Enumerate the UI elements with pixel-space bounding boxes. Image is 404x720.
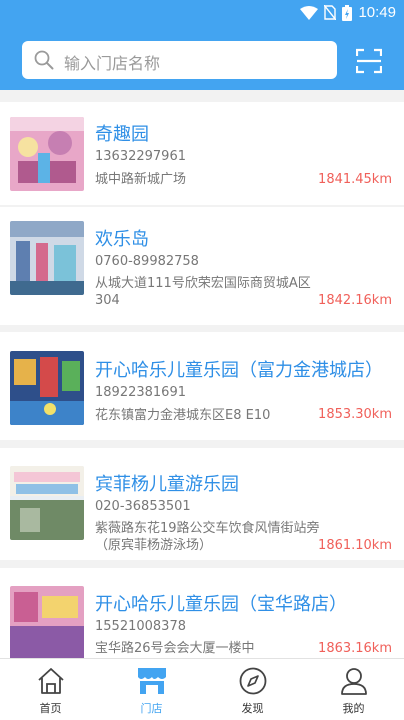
store-address: 花东镇富力金港城东区E8 E10 xyxy=(95,408,271,423)
store-address: 宝华路26号会会大厦一楼中 xyxy=(95,641,255,656)
store-thumbnail xyxy=(10,466,84,540)
status-bar: 10:49 xyxy=(0,0,404,28)
store-card[interactable]: 欢乐岛 0760-89982758 从城大道111号欣荣宏国际商贸城A区304 … xyxy=(0,207,404,325)
store-distance: 1841.45km xyxy=(318,172,392,187)
store-distance: 1863.16km xyxy=(318,641,392,656)
search-placeholder: 输入门店名称 xyxy=(64,54,161,73)
search-icon xyxy=(34,50,54,70)
store-name: 欢乐岛 xyxy=(95,229,149,250)
store-address: 从城大道111号欣荣宏国际商贸城A区304 xyxy=(95,276,311,308)
store-address: 城中路新城广场 xyxy=(95,172,187,187)
store-distance: 1853.30km xyxy=(318,407,392,422)
search-input[interactable]: 输入门店名称 xyxy=(22,41,337,79)
store-address: 紫薇路东花19路公交车饮食风情街站旁（原宾菲杨游泳场） xyxy=(95,521,320,553)
store-card[interactable]: 奇趣园 13632297961 城中路新城广场 1841.45km xyxy=(0,102,404,205)
store-name: 宾菲杨儿童游乐园 xyxy=(95,474,239,495)
tab-discover[interactable]: 发现 xyxy=(202,659,303,720)
header: 输入门店名称 xyxy=(0,28,404,90)
tab-discover-label: 发现 xyxy=(241,702,264,715)
store-name: 开心哈乐儿童乐园（富力金港城店） xyxy=(95,360,383,381)
tab-store-label: 门店 xyxy=(140,702,163,715)
wifi-icon xyxy=(300,5,319,20)
store-distance: 1842.16km xyxy=(318,293,392,308)
tab-bar: 首页 门店 发现 我的 xyxy=(0,658,404,720)
battery-icon xyxy=(342,4,353,21)
store-thumbnail xyxy=(10,351,84,425)
store-name: 开心哈乐儿童乐园（宝华路店） xyxy=(95,594,347,615)
tab-mine-label: 我的 xyxy=(342,702,365,715)
store-card[interactable]: 开心哈乐儿童乐园（富力金港城店） 18922381691 花东镇富力金港城东区E… xyxy=(0,332,404,440)
tab-store[interactable]: 门店 xyxy=(101,659,202,720)
store-phone: 0760-89982758 xyxy=(95,254,199,269)
store-phone: 15521008378 xyxy=(95,619,186,634)
store-thumbnail xyxy=(10,586,84,658)
store-distance: 1861.10km xyxy=(318,538,392,553)
store-thumbnail xyxy=(10,117,84,191)
no-sim-icon xyxy=(324,5,337,20)
store-thumbnail xyxy=(10,221,84,295)
scan-icon[interactable] xyxy=(356,48,382,74)
store-name: 奇趣园 xyxy=(95,124,149,145)
store-phone: 18922381691 xyxy=(95,385,186,400)
user-icon xyxy=(340,668,367,695)
home-icon xyxy=(37,668,64,694)
status-time: 10:49 xyxy=(358,4,396,21)
store-phone: 020-36853501 xyxy=(95,499,191,514)
store-list: 奇趣园 13632297961 城中路新城广场 1841.45km 欢乐岛 07… xyxy=(0,90,404,658)
tab-home[interactable]: 首页 xyxy=(0,659,101,720)
store-icon xyxy=(137,668,166,694)
tab-home-label: 首页 xyxy=(39,702,62,715)
compass-icon xyxy=(239,667,266,695)
store-card[interactable]: 宾菲杨儿童游乐园 020-36853501 紫薇路东花19路公交车饮食风情街站旁… xyxy=(0,448,404,560)
store-phone: 13632297961 xyxy=(95,149,186,164)
store-card[interactable]: 开心哈乐儿童乐园（宝华路店） 15521008378 宝华路26号会会大厦一楼中… xyxy=(0,568,404,658)
tab-mine[interactable]: 我的 xyxy=(303,659,404,720)
